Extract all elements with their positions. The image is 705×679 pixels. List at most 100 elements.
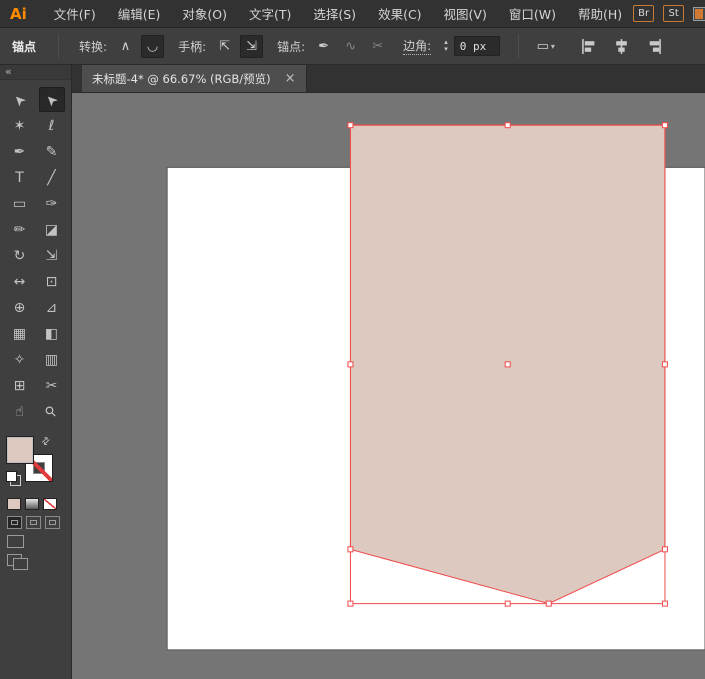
- eraser-icon: ◪: [44, 221, 59, 238]
- rectangle-icon: ▭: [12, 195, 27, 212]
- selection-handle[interactable]: [347, 361, 354, 368]
- perspective-grid-tool[interactable]: ⊿: [39, 295, 65, 320]
- free-transform-tool[interactable]: ⊡: [39, 269, 65, 294]
- connect-anchors-button[interactable]: ∿: [339, 35, 362, 58]
- canvas-area[interactable]: [72, 93, 705, 679]
- curvature-tool[interactable]: ✎: [39, 139, 65, 164]
- menu-select[interactable]: 选择(S): [302, 4, 367, 23]
- scale-tool[interactable]: ⇲: [39, 243, 65, 268]
- corner-radius-input[interactable]: [453, 36, 500, 56]
- menu-edit[interactable]: 编辑(E): [107, 4, 172, 23]
- corner-stepper[interactable]: ▴ ▾: [444, 39, 448, 53]
- selection-handle[interactable]: [661, 122, 668, 129]
- hide-handles-button[interactable]: ⇲: [240, 34, 264, 58]
- change-screen-mode-icon[interactable]: [7, 554, 28, 570]
- menu-help[interactable]: 帮助(H): [567, 4, 633, 23]
- pen-tool[interactable]: ✒: [7, 139, 33, 164]
- eyedropper-tool[interactable]: ✧: [7, 347, 33, 372]
- control-bar: 锚点 转换: ∧ ◡ 手柄: ⇱ ⇲ 锚点: ✒ ∿ ✂ 边角: ▴ ▾ ▭ ▾: [0, 28, 705, 65]
- selection-handle[interactable]: [504, 600, 511, 607]
- type-tool[interactable]: T: [7, 165, 33, 190]
- magic-wand-tool[interactable]: ✶: [7, 113, 33, 138]
- artboard-tool[interactable]: ⊞: [7, 373, 33, 398]
- lasso-tool[interactable]: ℓ: [39, 113, 65, 138]
- align-left-icon: [581, 38, 595, 54]
- draw-behind-mode-button[interactable]: [26, 516, 41, 529]
- canvas: [72, 93, 705, 679]
- show-handles-button[interactable]: ⇱: [213, 35, 236, 58]
- color-mode-button[interactable]: [7, 498, 21, 510]
- menu-view[interactable]: 视图(V): [433, 4, 498, 23]
- stock-button[interactable]: St: [663, 5, 685, 22]
- menu-effect[interactable]: 效果(C): [367, 4, 432, 23]
- rotate-tool[interactable]: ↻: [7, 243, 33, 268]
- swap-fill-stroke-icon[interactable]: ⇄: [39, 435, 53, 449]
- shaper-tool[interactable]: ✏: [7, 217, 33, 242]
- gradient-tool[interactable]: ◧: [39, 321, 65, 346]
- direct-selection-tool[interactable]: ➤: [38, 87, 65, 112]
- rectangle-tool[interactable]: ▭: [7, 191, 33, 216]
- align-center-icon: [615, 38, 627, 54]
- selection-icon: ➤: [9, 89, 30, 110]
- eyedropper-icon: ✧: [13, 351, 26, 368]
- selection-handle[interactable]: [504, 361, 511, 368]
- cut-path-button[interactable]: ✂: [366, 35, 389, 58]
- menu-window[interactable]: 窗口(W): [498, 4, 567, 23]
- workspace: 未标题-4* @ 66.67% (RGB/预览) ×: [72, 65, 705, 679]
- selection-handle[interactable]: [661, 361, 668, 368]
- fill-swatch[interactable]: [6, 436, 34, 464]
- corner-label[interactable]: 边角:: [403, 37, 432, 55]
- shape-builder-tool[interactable]: ⊕: [7, 295, 33, 320]
- menu-type[interactable]: 文字(T): [238, 4, 302, 23]
- line-segment-tool[interactable]: ╱: [39, 165, 65, 190]
- selection-handle[interactable]: [347, 546, 354, 553]
- gradient-mode-button[interactable]: [25, 498, 39, 510]
- corner-point-icon: ∧: [120, 38, 131, 54]
- none-mode-button[interactable]: [43, 498, 57, 510]
- app-logo[interactable]: Ai: [10, 5, 27, 23]
- selection-handle[interactable]: [347, 600, 354, 607]
- gradient-icon: ◧: [44, 325, 59, 342]
- align-horizontal-center-button[interactable]: [610, 35, 633, 58]
- screen-mode-button[interactable]: [7, 535, 24, 548]
- selection-handle[interactable]: [661, 546, 668, 553]
- fill-stroke-swatches: ⇄: [0, 435, 71, 492]
- selection-tool[interactable]: ➤: [7, 87, 33, 112]
- mesh-tool[interactable]: ▦: [7, 321, 33, 346]
- draw-inside-mode-button[interactable]: [45, 516, 60, 529]
- collapse-panel-button[interactable]: «: [0, 65, 71, 80]
- zoom-tool[interactable]: ⚲: [39, 399, 65, 424]
- shape-options-button[interactable]: ▭ ▾: [529, 35, 563, 58]
- menu-file[interactable]: 文件(F): [43, 4, 107, 23]
- align-horizontal-right-button[interactable]: [643, 35, 666, 58]
- paintbrush-tool[interactable]: ✑: [39, 191, 65, 216]
- close-tab-icon[interactable]: ×: [285, 71, 296, 86]
- remove-anchor-button[interactable]: ✒: [312, 35, 335, 58]
- bridge-button[interactable]: Br: [633, 5, 655, 22]
- pen-icon: ✒: [13, 143, 26, 160]
- lasso-icon: ℓ: [48, 117, 55, 134]
- hide-handles-icon: ⇲: [246, 38, 258, 54]
- mesh-icon: ▦: [12, 325, 27, 342]
- column-graph-tool[interactable]: ▥: [39, 347, 65, 372]
- default-fill-stroke-icon[interactable]: [6, 471, 21, 486]
- selection-handle[interactable]: [504, 122, 511, 129]
- menu-object[interactable]: 对象(O): [171, 4, 238, 23]
- remove-anchor-icon: ✒: [318, 38, 330, 54]
- workspace-switcher-icon[interactable]: [693, 6, 705, 21]
- chevron-down-icon: ▾: [550, 41, 555, 51]
- convert-to-smooth-button[interactable]: ◡: [141, 34, 165, 58]
- width-tool[interactable]: ↔: [7, 269, 33, 294]
- document-tab[interactable]: 未标题-4* @ 66.67% (RGB/预览) ×: [82, 65, 307, 92]
- draw-normal-mode-button[interactable]: [7, 516, 22, 529]
- selection-handle[interactable]: [347, 122, 354, 129]
- show-handles-icon: ⇱: [219, 38, 231, 54]
- selection-handle[interactable]: [661, 600, 668, 607]
- menubar-right: Br St: [633, 5, 705, 22]
- convert-to-corner-button[interactable]: ∧: [114, 35, 137, 58]
- hand-tool[interactable]: ☝: [7, 399, 33, 424]
- eraser-tool[interactable]: ◪: [39, 217, 65, 242]
- selection-handle[interactable]: [545, 600, 552, 607]
- slice-tool[interactable]: ✂: [39, 373, 65, 398]
- align-horizontal-left-button[interactable]: [577, 35, 600, 58]
